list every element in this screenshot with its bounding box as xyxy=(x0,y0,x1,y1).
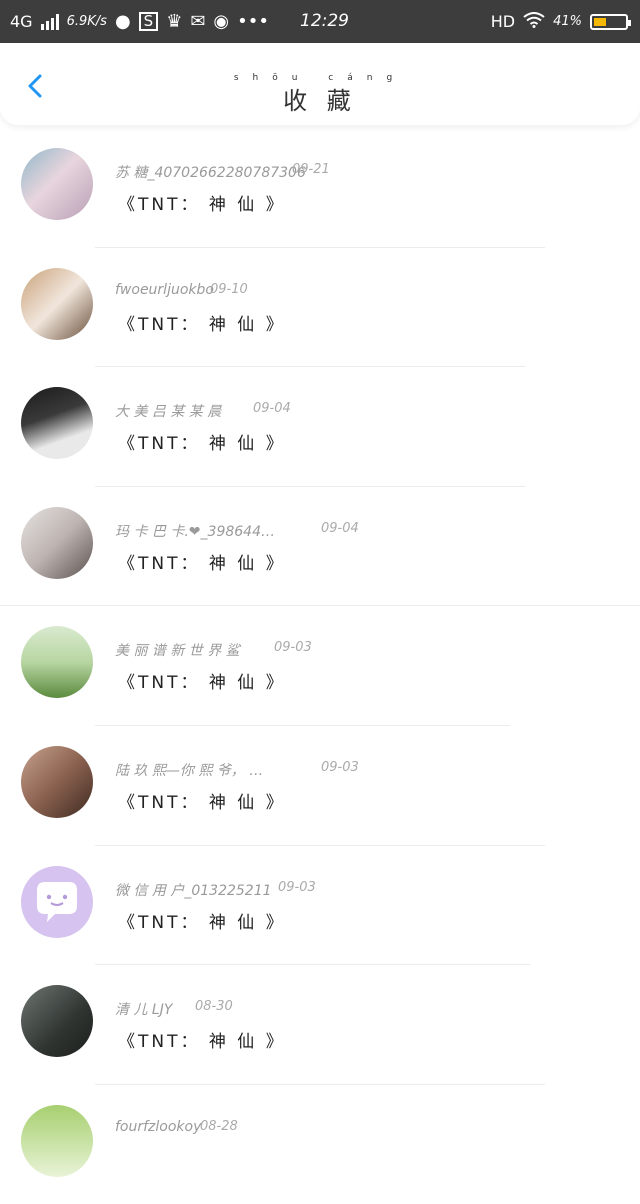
hd-label: HD xyxy=(490,12,516,31)
username[interactable]: 陆 玖 熙—你 熙 爷， … xyxy=(115,760,263,780)
date-label: 09-04 xyxy=(321,520,359,536)
page-title: 收 藏 xyxy=(283,87,357,115)
s-icon: S xyxy=(138,12,159,31)
content-title[interactable]: 《TNT： 神 仙 》 xyxy=(118,788,286,813)
list-item[interactable]: 清 儿 LJY 08-30 《TNT： 神 仙 》 xyxy=(0,965,640,1085)
avatar[interactable] xyxy=(21,506,93,579)
username[interactable]: 清 儿 LJY xyxy=(115,999,172,1019)
more-icon: ••• xyxy=(237,10,269,32)
username[interactable]: 微 信 用 户_013225211 xyxy=(115,880,272,900)
avatar[interactable] xyxy=(21,148,93,220)
username[interactable]: 美 丽 谱 新 世 界 鲨 xyxy=(115,640,240,660)
content-title[interactable]: 《TNT： 神 仙 》 xyxy=(118,549,286,574)
date-label: 08-30 xyxy=(195,999,233,1015)
status-left: 4G 6.9K/s ● S ♛ ✉ ◉ ••• xyxy=(10,0,269,43)
wifi-icon xyxy=(523,11,545,32)
list-item[interactable]: 美 丽 谱 新 世 界 鲨 09-03 《TNT： 神 仙 》 xyxy=(0,606,640,726)
list-item[interactable]: 微 信 用 户_013225211 09-03 《TNT： 神 仙 》 xyxy=(0,846,640,966)
status-bar: 4G 6.9K/s ● S ♛ ✉ ◉ ••• 12:29 HD 41% xyxy=(0,0,640,43)
avatar[interactable] xyxy=(21,865,93,938)
crown-icon: ♛ xyxy=(166,10,183,32)
avatar[interactable] xyxy=(21,626,93,699)
username[interactable]: fwoeurljuokbo xyxy=(115,282,214,298)
planet-icon: ● xyxy=(114,10,131,32)
list-item[interactable]: fourfzlookoy 08-28 xyxy=(0,1085,640,1204)
battery-label: 41% xyxy=(553,14,582,29)
signal-icon xyxy=(40,13,59,30)
content-title[interactable]: 《TNT： 神 仙 》 xyxy=(118,1027,286,1052)
date-label: 09-10 xyxy=(210,281,248,297)
content-title[interactable]: 《TNT： 神 仙 》 xyxy=(118,429,286,454)
content-title[interactable]: 《TNT： 神 仙 》 xyxy=(118,190,286,215)
speed-label: 6.9K/s xyxy=(66,14,107,29)
content-title[interactable]: 《TNT： 神 仙 》 xyxy=(118,908,286,933)
status-right: HD 41% xyxy=(490,0,631,43)
battery-icon xyxy=(590,13,631,30)
date-label: 09-21 xyxy=(292,162,330,177)
network-label: 4G xyxy=(10,12,33,31)
avatar[interactable] xyxy=(21,1104,93,1177)
palette-icon: ◉ xyxy=(213,10,230,32)
avatar[interactable] xyxy=(21,267,93,340)
date-label: 08-28 xyxy=(200,1118,238,1134)
clock: 12:29 xyxy=(300,11,349,31)
nav-header: shōu cáng 收 藏 xyxy=(0,43,640,125)
avatar[interactable] xyxy=(21,387,93,460)
favorites-list: 苏 糖_40702662280787306 09-21 《TNT： 神 仙 》 fwo… xyxy=(0,128,640,1204)
content-title[interactable]: 《TNT： 神 仙 》 xyxy=(118,310,286,335)
date-label: 09-03 xyxy=(321,759,359,775)
chat-bubble-icon xyxy=(37,881,77,922)
content-title[interactable]: 《TNT： 神 仙 》 xyxy=(118,668,286,693)
list-item[interactable]: fwoeurljuokbo 09-10 《TNT： 神 仙 》 xyxy=(0,248,640,368)
date-label: 09-03 xyxy=(274,640,312,656)
date-label: 09-03 xyxy=(278,879,316,895)
avatar[interactable] xyxy=(21,985,93,1058)
username[interactable]: 苏 糖_40702662280787306 xyxy=(115,162,306,182)
username[interactable]: 玛 卡 巴 卡.❤_398644… xyxy=(115,521,275,541)
list-item[interactable]: 陆 玖 熙—你 熙 爷， … 09-03 《TNT： 神 仙 》 xyxy=(0,726,640,846)
list-item[interactable]: 玛 卡 巴 卡.❤_398644… 09-04 《TNT： 神 仙 》 xyxy=(0,487,640,607)
avatar[interactable] xyxy=(21,745,93,818)
date-label: 09-04 xyxy=(253,401,291,417)
username[interactable]: 大 美 吕 某 某 晨 xyxy=(115,401,221,421)
list-item[interactable]: 大 美 吕 某 某 晨 09-04 《TNT： 神 仙 》 xyxy=(0,367,640,487)
list-item[interactable]: 苏 糖_40702662280787306 09-21 《TNT： 神 仙 》 xyxy=(0,128,640,248)
username[interactable]: fourfzlookoy xyxy=(115,1119,201,1135)
mail-icon: ✉ xyxy=(190,10,206,32)
